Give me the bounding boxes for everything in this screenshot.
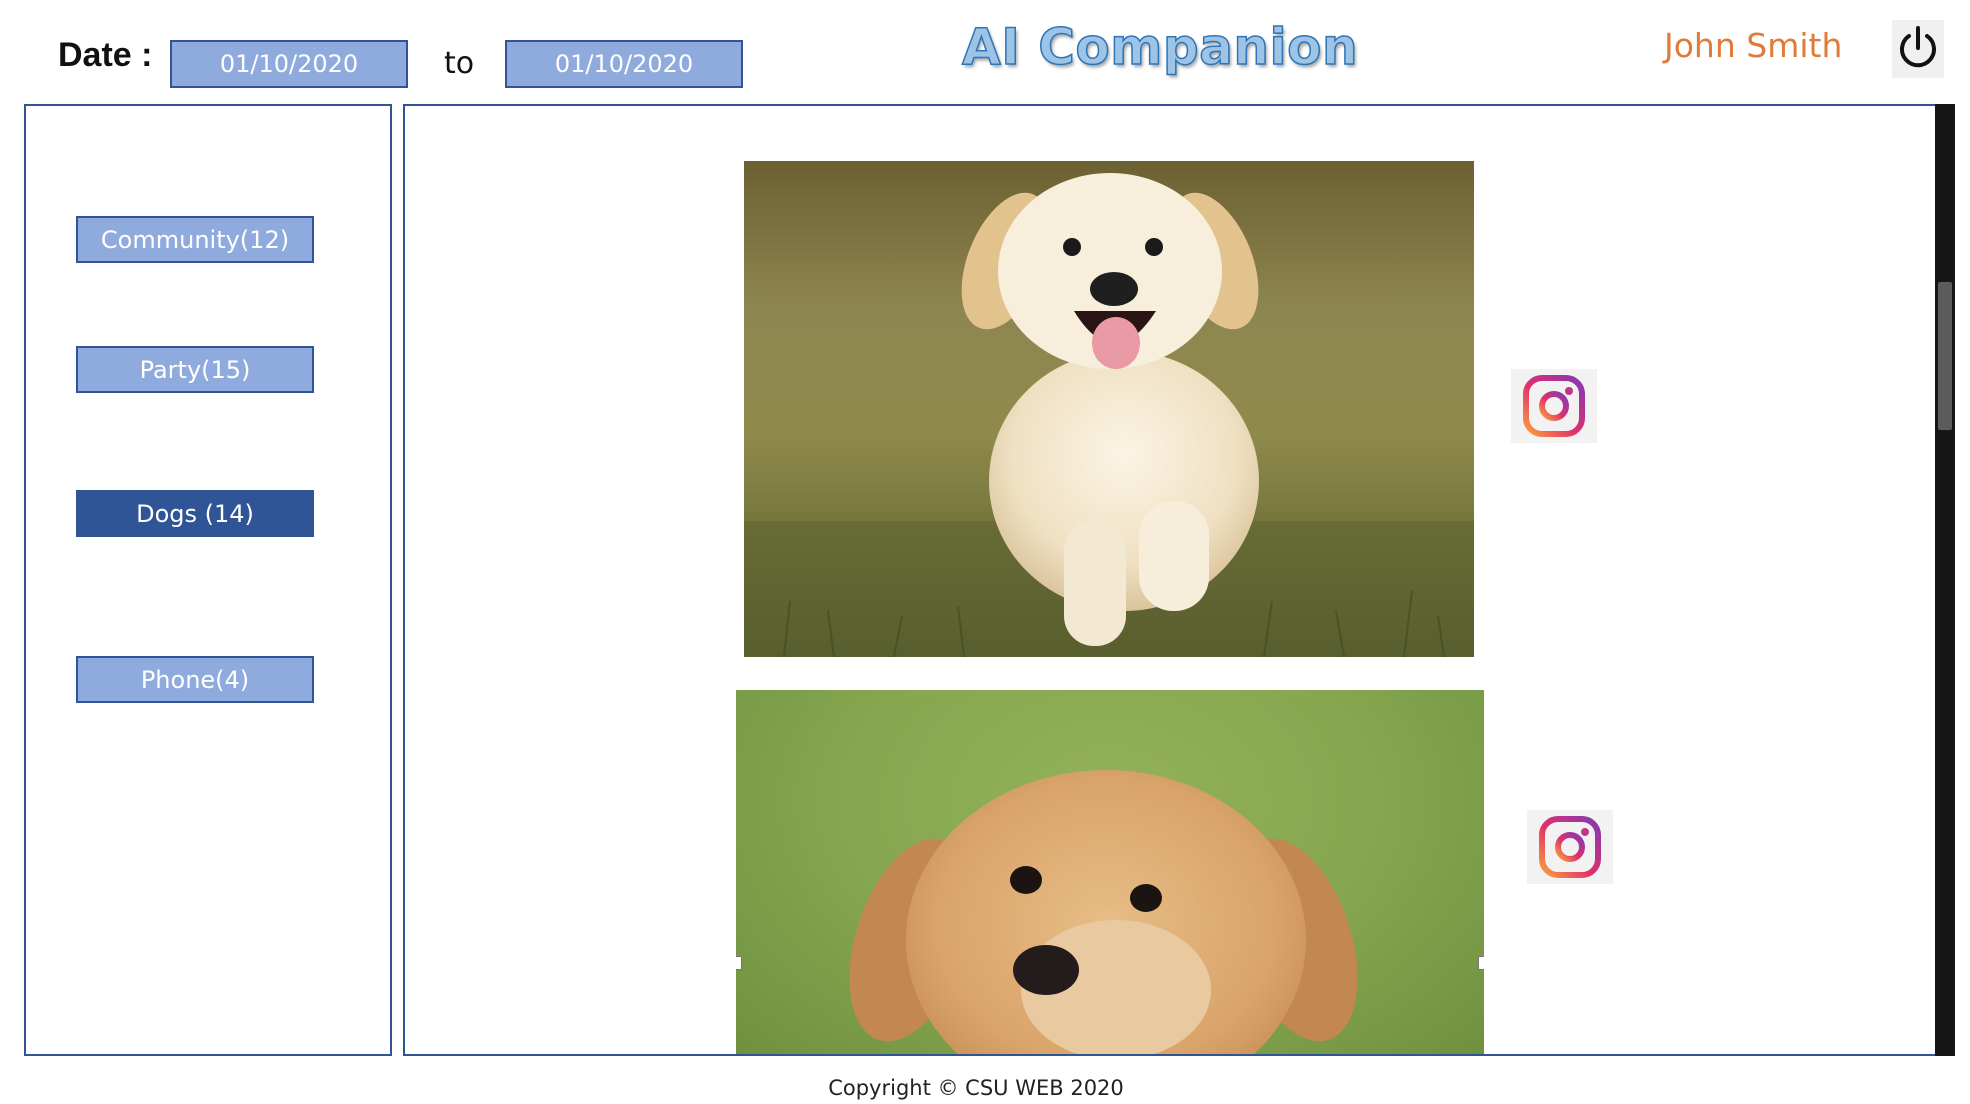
app-window: Date : 01/10/2020 to 01/10/2020 AI Compa…	[0, 0, 1970, 1104]
dog-photo-puppy-face[interactable]	[736, 690, 1484, 1054]
instagram-share-button-2[interactable]	[1527, 810, 1613, 884]
resize-handle-right[interactable]	[1478, 956, 1484, 970]
dog-photo-running-puppy[interactable]	[744, 161, 1474, 657]
logout-button[interactable]	[1892, 20, 1944, 78]
category-phone-button[interactable]: Phone(4)	[76, 656, 314, 703]
puppy-illustration	[744, 173, 1474, 657]
photo-gallery	[403, 104, 1937, 1056]
puppy-face-illustration	[849, 770, 1358, 1054]
instagram-share-button-1[interactable]	[1511, 369, 1597, 443]
date-from-field[interactable]: 01/10/2020	[170, 40, 408, 88]
date-label: Date :	[58, 36, 153, 74]
copyright-footer: Copyright © CSU WEB 2020	[828, 1076, 1124, 1100]
instagram-icon	[1523, 375, 1585, 437]
date-to-field[interactable]: 01/10/2020	[505, 40, 743, 88]
resize-handle-left[interactable]	[736, 956, 742, 970]
instagram-icon	[1539, 816, 1601, 878]
scrollbar-thumb[interactable]	[1938, 282, 1952, 430]
user-name[interactable]: John Smith	[1664, 26, 1842, 65]
category-sidebar: Community(12) Party(15) Dogs (14) Phone(…	[24, 104, 392, 1056]
vertical-scrollbar[interactable]	[1935, 104, 1955, 1056]
category-party-button[interactable]: Party(15)	[76, 346, 314, 393]
app-title: AI Companion	[961, 17, 1359, 77]
category-community-button[interactable]: Community(12)	[76, 216, 314, 263]
category-dogs-button[interactable]: Dogs (14)	[76, 490, 314, 537]
to-label: to	[444, 46, 475, 81]
power-icon	[1900, 26, 1936, 68]
